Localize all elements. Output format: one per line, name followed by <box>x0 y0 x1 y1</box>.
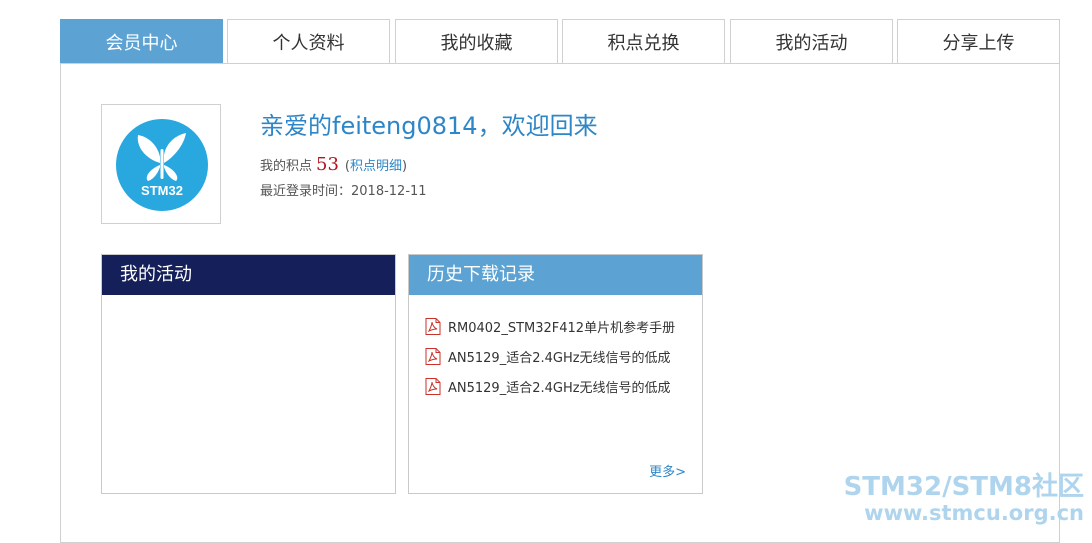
stm32-butterfly-logo: STM32 <box>116 119 208 211</box>
download-item-title: AN5129_适合2.4GHz无线信号的低成 <box>448 380 671 396</box>
member-tabs: 会员中心 个人资料 我的收藏 积点兑换 我的活动 分享上传 <box>60 19 1060 63</box>
points-paren-close: ) <box>402 159 408 174</box>
tab-member-center[interactable]: 会员中心 <box>60 19 223 63</box>
download-item-title: RM0402_STM32F412单片机参考手册 <box>448 320 676 336</box>
points-value: 53 <box>316 154 339 175</box>
points-line: 我的积点 53 (积点明细) <box>260 154 407 175</box>
tab-share-upload[interactable]: 分享上传 <box>897 19 1060 63</box>
my-activities-box: 我的活动 <box>101 254 396 494</box>
pdf-file-icon <box>425 347 441 365</box>
download-item[interactable]: AN5129_适合2.4GHz无线信号的低成 <box>425 371 675 401</box>
watermark-title: STM32/STM8社区 <box>843 472 1084 502</box>
tab-my-activities[interactable]: 我的活动 <box>730 19 893 63</box>
site-watermark: STM32/STM8社区 www.stmcu.org.cn <box>844 474 1084 524</box>
welcome-message: 亲爱的feiteng0814，欢迎回来 <box>260 112 598 140</box>
download-item[interactable]: RM0402_STM32F412单片机参考手册 <box>425 311 675 341</box>
last-login-time: 最近登录时间：2018-12-11 <box>260 184 427 199</box>
my-activities-title: 我的活动 <box>102 255 395 295</box>
points-label: 我的积点 <box>260 159 313 174</box>
download-history-title: 历史下载记录 <box>409 255 702 295</box>
download-item-title: AN5129_适合2.4GHz无线信号的低成 <box>448 350 671 366</box>
tab-profile[interactable]: 个人资料 <box>227 19 390 63</box>
watermark-url: www.stmcu.org.cn <box>864 501 1084 525</box>
avatar-logo-text: STM32 <box>141 183 183 198</box>
tab-points-exchange[interactable]: 积点兑换 <box>562 19 725 63</box>
points-detail-link[interactable]: 积点明细 <box>350 159 402 174</box>
download-history-list: RM0402_STM32F412单片机参考手册 AN5129_适合2.4GHz无… <box>425 311 675 401</box>
pdf-file-icon <box>425 377 441 395</box>
tab-favorites[interactable]: 我的收藏 <box>395 19 558 63</box>
download-item[interactable]: AN5129_适合2.4GHz无线信号的低成 <box>425 341 675 371</box>
pdf-file-icon <box>425 317 441 335</box>
more-link[interactable]: 更多> <box>649 461 686 480</box>
download-history-box: 历史下载记录 RM0402_STM32F412单片机参考手册 AN5129_适合… <box>408 254 703 494</box>
avatar: STM32 <box>101 104 221 224</box>
